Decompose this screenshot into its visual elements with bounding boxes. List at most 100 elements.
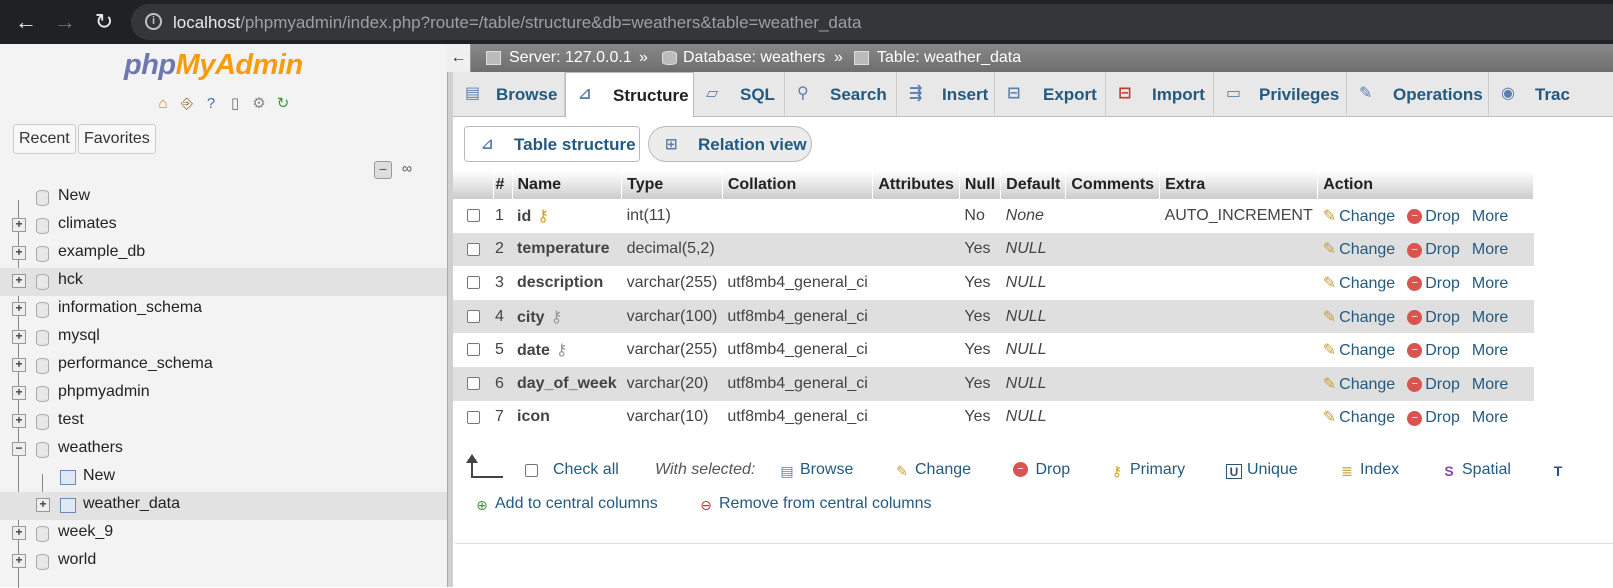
expand-icon[interactable]: +	[12, 526, 26, 540]
table-row[interactable]: 1 id ⚷ int(11) No None AUTO_INCREMENT ✎ Change − D…	[453, 199, 1534, 233]
tab-tracking[interactable]: ◉ Trac	[1489, 72, 1613, 117]
column-name[interactable]: day_of_week	[517, 375, 617, 392]
expand-icon[interactable]: +	[12, 302, 26, 316]
tree-item-world[interactable]: + world	[0, 548, 447, 576]
row-select[interactable]	[453, 266, 493, 300]
column-name[interactable]: temperature	[517, 240, 609, 257]
bulk-drop-button[interactable]: − Drop	[1013, 461, 1070, 479]
row-checkbox[interactable]	[466, 242, 480, 256]
phpmyadmin-logo[interactable]: phpMyAdmin	[124, 49, 303, 82]
collapse-nav-arrow-icon[interactable]: ←	[447, 44, 471, 72]
breadcrumb-table[interactable]: Table: weather_data	[877, 49, 1021, 67]
row-select[interactable]	[453, 401, 493, 435]
change-action[interactable]: ✎ Change	[1323, 376, 1395, 393]
tree-item-climates[interactable]: + climates	[0, 212, 447, 240]
bulk-fulltext-button[interactable]: T	[1550, 461, 1571, 479]
tree-item-example-db[interactable]: + example_db	[0, 240, 447, 268]
expand-icon[interactable]: +	[12, 554, 26, 568]
subtab-relation-view[interactable]: ⊞ Relation view	[648, 126, 812, 162]
cell-name[interactable]: date ⚷	[512, 333, 622, 367]
column-name[interactable]: city	[517, 309, 545, 326]
col-header-null[interactable]: Null	[959, 171, 1002, 199]
bulk-index-button[interactable]: ≣ Index	[1339, 461, 1399, 479]
more-action[interactable]: More	[1472, 409, 1508, 426]
col-header-default[interactable]: Default	[1000, 171, 1067, 199]
more-action[interactable]: More	[1472, 208, 1508, 225]
row-checkbox[interactable]	[466, 209, 480, 223]
tree-item-performance-schema[interactable]: + performance_schema	[0, 352, 447, 380]
row-checkbox[interactable]	[466, 343, 480, 357]
col-header-type[interactable]: Type	[621, 171, 723, 199]
row-select[interactable]	[453, 232, 493, 267]
checkbox[interactable]	[525, 464, 538, 478]
drop-action[interactable]: − Drop	[1407, 342, 1460, 359]
collapse-all-icon[interactable]: −	[374, 161, 392, 179]
site-info-icon[interactable]: i	[145, 13, 162, 30]
settings-gear-icon[interactable]: ⚙	[249, 94, 269, 114]
tree-item-weathers[interactable]: − weathers	[0, 436, 447, 464]
table-row[interactable]: 2 temperature decimal(5,2) Yes NULL ✎ Change − D…	[453, 232, 1534, 267]
col-header-extra[interactable]: Extra	[1159, 171, 1319, 199]
more-action[interactable]: More	[1472, 241, 1508, 258]
more-action[interactable]: More	[1472, 342, 1508, 359]
primary-key-icon[interactable]: ⚷	[537, 208, 549, 225]
tab-browse[interactable]: ▤ Browse	[453, 72, 565, 117]
docs-icon[interactable]: ▯	[225, 94, 245, 114]
drop-action[interactable]: − Drop	[1407, 409, 1460, 426]
column-name[interactable]: description	[517, 274, 603, 291]
expand-icon[interactable]: +	[12, 246, 26, 260]
tree-item-hck[interactable]: + hck	[0, 268, 447, 296]
cell-name[interactable]: icon	[512, 401, 622, 435]
change-action[interactable]: ✎ Change	[1323, 241, 1395, 258]
row-checkbox[interactable]	[466, 276, 480, 290]
expand-icon[interactable]: +	[36, 498, 50, 512]
cell-name[interactable]: temperature	[512, 232, 622, 267]
tree-item-phpmyadmin[interactable]: + phpmyadmin	[0, 380, 447, 408]
table-row[interactable]: 4 city ⚷ varchar(100) utf8mb4_general_ci Yes N…	[453, 299, 1534, 334]
change-action[interactable]: ✎ Change	[1323, 275, 1395, 292]
breadcrumb-server[interactable]: Server: 127.0.0.1	[509, 49, 632, 67]
index-key-icon[interactable]: ⚷	[551, 309, 563, 326]
bulk-browse-button[interactable]: ▤ Browse	[779, 461, 853, 479]
tab-insert[interactable]: ⇶ Insert	[897, 72, 995, 117]
link-icon[interactable]: ∞	[398, 161, 416, 179]
more-action[interactable]: More	[1472, 275, 1508, 292]
change-action[interactable]: ✎ Change	[1323, 342, 1395, 359]
col-header-collation[interactable]: Collation	[722, 171, 874, 199]
bulk-change-button[interactable]: ✎ Change	[894, 461, 971, 479]
more-action[interactable]: More	[1472, 309, 1508, 326]
expand-icon[interactable]: +	[12, 274, 26, 288]
cell-name[interactable]: description	[512, 266, 622, 300]
change-action[interactable]: ✎ Change	[1323, 208, 1395, 225]
column-name[interactable]: icon	[517, 408, 550, 425]
col-header-name[interactable]: Name	[512, 171, 623, 199]
change-action[interactable]: ✎ Change	[1323, 409, 1395, 426]
subtab-table-structure[interactable]: ⊿ Table structure	[464, 126, 640, 162]
remove-central-columns-link[interactable]: ⊖ Remove from central columns	[698, 495, 931, 513]
more-action[interactable]: More	[1472, 376, 1508, 393]
tree-item-weather-data[interactable]: + weather_data	[0, 492, 447, 520]
check-all-checkbox[interactable]	[525, 462, 538, 480]
bulk-spatial-button[interactable]: S Spatial	[1441, 461, 1511, 479]
breadcrumb-database[interactable]: Database: weathers	[683, 49, 825, 67]
bulk-primary-button[interactable]: ⚷ Primary	[1109, 461, 1185, 479]
home-icon[interactable]: ⌂	[153, 94, 173, 114]
tab-structure[interactable]: ⊿ Structure	[565, 72, 694, 118]
collapse-icon[interactable]: −	[12, 442, 26, 456]
tree-item-new[interactable]: New	[0, 184, 447, 212]
column-name[interactable]: date	[517, 342, 550, 359]
reload-nav-icon[interactable]: ↻	[273, 94, 293, 114]
forward-arrow-icon[interactable]: →	[51, 8, 79, 36]
col-header-num[interactable]: #	[493, 171, 513, 199]
row-checkbox[interactable]	[466, 309, 480, 323]
cell-name[interactable]: day_of_week	[512, 366, 622, 401]
back-arrow-icon[interactable]: ←	[12, 8, 40, 36]
table-row[interactable]: 7 icon varchar(10) utf8mb4_general_ci Yes NUL…	[453, 401, 1534, 435]
row-select[interactable]	[453, 333, 493, 367]
drop-action[interactable]: − Drop	[1407, 208, 1460, 225]
tab-search[interactable]: ⚲ Search	[785, 72, 897, 117]
tab-sql[interactable]: ▱ SQL	[694, 72, 785, 117]
row-checkbox[interactable]	[466, 377, 480, 391]
change-action[interactable]: ✎ Change	[1323, 309, 1395, 326]
tab-import[interactable]: ⊟ Import	[1106, 72, 1214, 117]
